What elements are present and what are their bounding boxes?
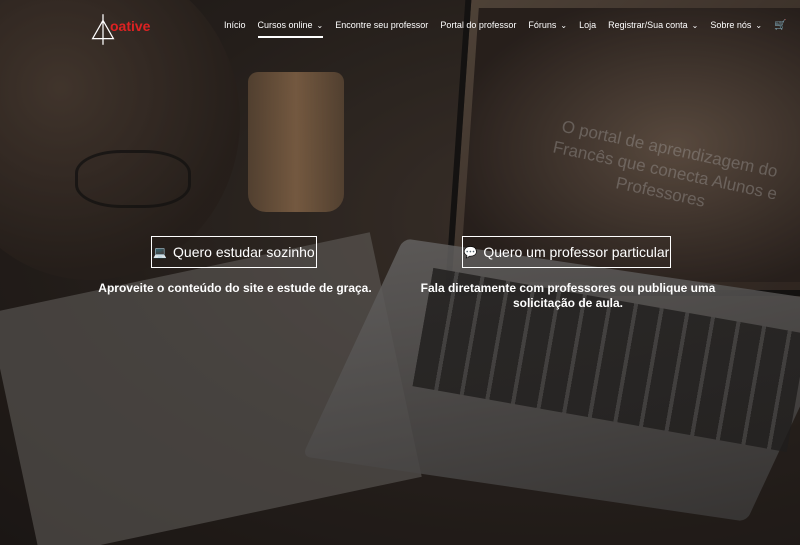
chevron-down-icon: ⌄ bbox=[316, 20, 324, 30]
nav-cursos-online[interactable]: Cursos online ⌄ bbox=[257, 20, 324, 38]
study-alone-button[interactable]: 💻 Quero estudar sozinho bbox=[151, 236, 317, 268]
site-logo[interactable]: ⏃ oative bbox=[84, 2, 176, 48]
nav-inicio[interactable]: Início bbox=[224, 20, 246, 30]
top-nav: ⏃ oative Início Cursos online ⌄ Encontre … bbox=[0, 0, 800, 48]
cart-icon[interactable]: 🛒 bbox=[774, 20, 786, 31]
nav-menu: Início Cursos online ⌄ Encontre seu profe… bbox=[224, 12, 800, 38]
private-teacher-button[interactable]: 💬 Quero um professor particular bbox=[462, 236, 671, 268]
logo-text: oative bbox=[110, 18, 151, 34]
nav-registrar[interactable]: Registrar/Sua conta ⌄ bbox=[608, 20, 698, 30]
hero-background: O portal de aprendizagem do Francês que … bbox=[0, 0, 800, 545]
nav-encontre-professor[interactable]: Encontre seu professor bbox=[335, 20, 428, 30]
chevron-down-icon: ⌄ bbox=[560, 20, 568, 30]
chevron-down-icon: ⌄ bbox=[755, 20, 763, 30]
study-alone-description: Aproveite o conteúdo do site e estude de… bbox=[98, 281, 372, 295]
chevron-down-icon: ⌄ bbox=[691, 20, 699, 30]
nav-loja[interactable]: Loja bbox=[579, 20, 596, 30]
nav-sobre-nos[interactable]: Sobre nós ⌄ bbox=[710, 20, 762, 30]
nav-foruns[interactable]: Fóruns ⌄ bbox=[528, 20, 567, 30]
laptop-icon: 💻 bbox=[153, 246, 168, 259]
private-teacher-description: Fala diretamente com professores ou publ… bbox=[420, 281, 716, 310]
chat-icon: 💬 bbox=[463, 246, 478, 259]
nav-portal-professor[interactable]: Portal do professor bbox=[440, 20, 516, 30]
